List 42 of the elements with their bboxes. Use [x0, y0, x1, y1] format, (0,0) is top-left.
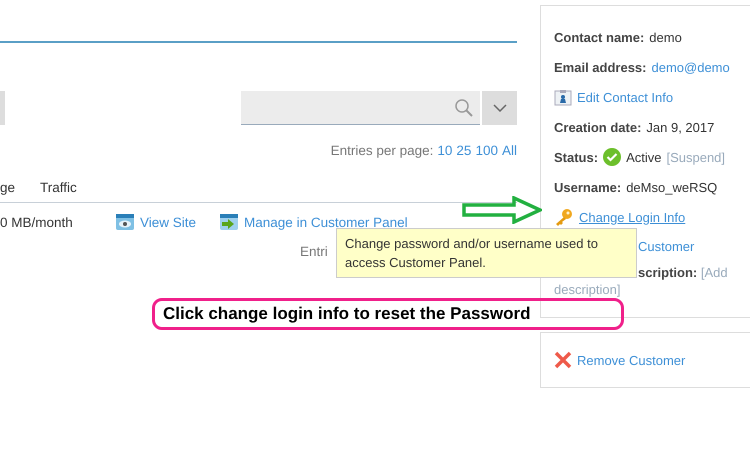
status-value: Active: [626, 150, 662, 164]
toolbar-button[interactable]: [0, 91, 5, 125]
page-size-link[interactable]: 100: [475, 143, 498, 158]
column-header: Traffic: [40, 180, 78, 197]
eye-icon: [116, 214, 134, 230]
manage-link[interactable]: Manage in Customer Panel: [220, 214, 408, 230]
field-label: Contact name:: [554, 30, 644, 44]
field-value: deMso_weRSQ: [626, 180, 718, 194]
page-size-link[interactable]: All: [502, 143, 517, 158]
email-link[interactable]: demo@demo: [652, 60, 730, 74]
search-field[interactable]: [241, 91, 480, 125]
sidebar-link[interactable]: Change Login Info: [579, 210, 686, 224]
page-size-link[interactable]: 10: [437, 143, 452, 158]
view-site-link[interactable]: View Site: [116, 214, 196, 230]
field-value: demo: [649, 30, 682, 44]
arrow-window-icon: [220, 214, 238, 230]
field-label: Creation date:: [554, 120, 642, 134]
close-icon: [554, 351, 572, 369]
field-label: Status:: [554, 150, 598, 164]
page-size-link[interactable]: 25: [456, 143, 472, 158]
dropdown-button[interactable]: [482, 91, 517, 125]
contact-card-icon: [554, 88, 572, 106]
arrow-icon: [462, 196, 542, 224]
entries-text: Entri: [300, 244, 328, 259]
field-value: Jan 9, 2017: [646, 120, 714, 134]
column-header: ge: [0, 180, 16, 197]
check-circle-icon: [603, 148, 622, 166]
field-label: Email address:: [554, 60, 646, 74]
suspend-link[interactable]: [Suspend]: [666, 150, 726, 164]
tooltip: Change password and/or username used to access Customer Panel.: [336, 228, 637, 278]
entries-per-page-label: Entries per page:: [330, 143, 434, 158]
search-icon: [454, 98, 474, 118]
sidebar-link[interactable]: Customer: [638, 237, 694, 257]
field-label: scription:: [637, 265, 698, 280]
sidebar-link[interactable]: description]: [554, 282, 620, 297]
annotation-callout: Click change login info to reset the Password: [152, 298, 624, 330]
table-cell-text: 0 MB/month: [0, 214, 74, 230]
key-icon: [554, 208, 574, 226]
sidebar-link[interactable]: Edit Contact Info: [577, 90, 674, 104]
field-label: Username:: [554, 180, 622, 194]
chevron-down-icon: [492, 104, 506, 112]
sidebar-link[interactable]: [Add: [700, 265, 728, 280]
